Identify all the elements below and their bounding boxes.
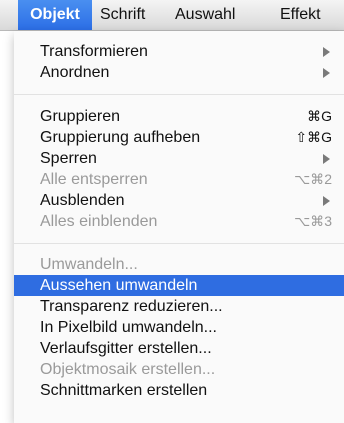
menu-item-label: Aussehen umwandeln xyxy=(40,277,198,294)
menu-schrift[interactable]: Schrift xyxy=(100,0,145,30)
menu-item-label: Sperren xyxy=(40,150,97,167)
menu-item-label: Alles einblenden xyxy=(40,213,158,230)
menu-separator xyxy=(14,94,344,95)
menu-item-alle-entsperren: Alle entsperren ⌥⌘2 xyxy=(14,169,344,190)
menu-bar: Objekt Schrift Auswahl Effekt xyxy=(0,0,344,31)
submenu-arrow-icon xyxy=(323,196,330,206)
menu-item-label: Umwandeln... xyxy=(40,256,138,273)
menu-item-ausblenden[interactable]: Ausblenden xyxy=(14,190,344,211)
menu-item-label: Transformieren xyxy=(40,43,148,60)
menu-item-alles-einblenden: Alles einblenden ⌥⌘3 xyxy=(14,211,344,232)
menu-item-schnittmarken-erstellen[interactable]: Schnittmarken erstellen xyxy=(14,380,344,401)
menu-item-umwandeln: Umwandeln... xyxy=(14,254,344,275)
menu-item-gruppieren[interactable]: Gruppieren ⌘G xyxy=(14,106,344,127)
shortcut-label: ⌥⌘2 xyxy=(294,171,332,187)
menu-item-transformieren[interactable]: Transformieren xyxy=(14,41,344,62)
submenu-arrow-icon xyxy=(323,47,330,57)
submenu-arrow-icon xyxy=(323,154,330,164)
menu-item-label: Gruppierung aufheben xyxy=(40,129,201,146)
menu-item-label: Schnittmarken erstellen xyxy=(40,382,208,399)
menu-item-objektmosaik-erstellen: Objektmosaik erstellen... xyxy=(14,359,344,380)
menu-item-label: Gruppieren xyxy=(40,108,121,125)
menu-item-label: Transparenz reduzieren... xyxy=(40,298,223,315)
menu-item-label: Verlaufsgitter erstellen... xyxy=(40,340,212,357)
menu-separator xyxy=(14,243,344,244)
menu-item-label: Alle entsperren xyxy=(40,171,148,188)
menu-item-label: Ausblenden xyxy=(40,192,125,209)
menu-item-gruppierung-aufheben[interactable]: Gruppierung aufheben ⇧⌘G xyxy=(14,127,344,148)
menu-effekt[interactable]: Effekt xyxy=(280,0,321,30)
menu-item-label: In Pixelbild umwandeln... xyxy=(40,319,217,336)
menu-item-anordnen[interactable]: Anordnen xyxy=(14,62,344,83)
menu-objekt[interactable]: Objekt xyxy=(18,0,92,30)
shortcut-label: ⇧⌘G xyxy=(295,129,332,145)
shortcut-label: ⌥⌘3 xyxy=(294,213,332,229)
menu-item-in-pixelbild-umwandeln[interactable]: In Pixelbild umwandeln... xyxy=(14,317,344,338)
objekt-dropdown-menu: Transformieren Anordnen Gruppieren ⌘G Gr… xyxy=(14,31,344,423)
menu-auswahl[interactable]: Auswahl xyxy=(175,0,235,30)
menu-item-label: Anordnen xyxy=(40,64,110,81)
menu-item-transparenz-reduzieren[interactable]: Transparenz reduzieren... xyxy=(14,296,344,317)
menu-item-sperren[interactable]: Sperren xyxy=(14,148,344,169)
submenu-arrow-icon xyxy=(323,68,330,78)
menu-item-label: Objektmosaik erstellen... xyxy=(40,361,216,378)
shortcut-label: ⌘G xyxy=(307,108,332,124)
menu-item-aussehen-umwandeln[interactable]: Aussehen umwandeln xyxy=(14,275,344,296)
menu-item-verlaufsgitter-erstellen[interactable]: Verlaufsgitter erstellen... xyxy=(14,338,344,359)
